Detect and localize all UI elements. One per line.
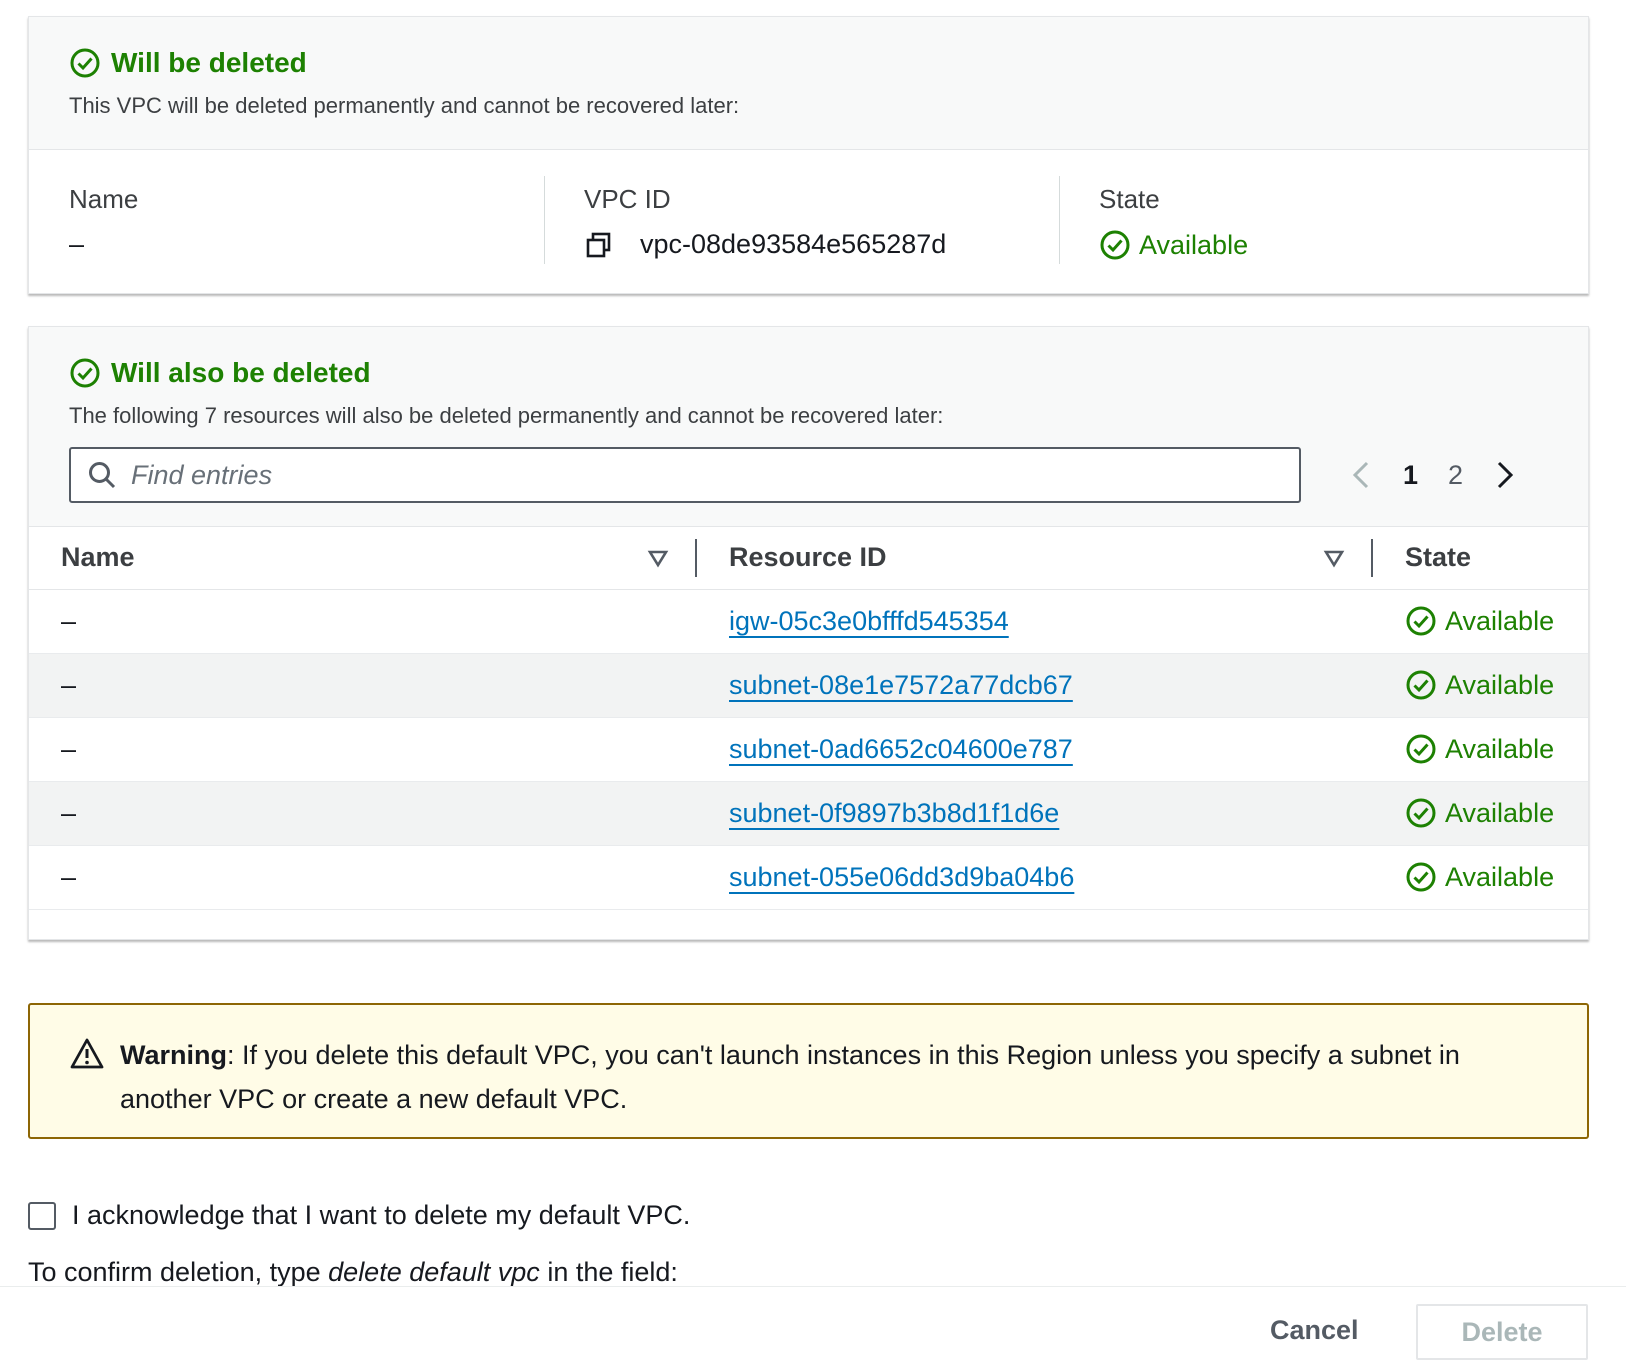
pagination: 1 2 xyxy=(1349,459,1517,491)
vpc-details: Name – VPC ID vpc-08de93584e565287d Stat… xyxy=(29,150,1588,293)
warning-text: Warning: If you delete this default VPC,… xyxy=(120,1033,1547,1137)
resource-id-link[interactable]: subnet-0ad6652c04600e787 xyxy=(729,734,1073,764)
check-circle-icon xyxy=(1406,862,1436,892)
search-box[interactable] xyxy=(69,447,1301,503)
check-circle-icon xyxy=(70,48,100,78)
resource-id-link[interactable]: subnet-055e06dd3d9ba04b6 xyxy=(729,862,1074,892)
confirm-suffix: in the field: xyxy=(539,1257,678,1287)
vpc-state-value: Available xyxy=(1139,229,1249,260)
row-state: Available xyxy=(1373,781,1588,846)
vpc-panel-subtitle: This VPC will be deleted permanently and… xyxy=(69,93,740,118)
check-circle-icon xyxy=(1406,670,1436,700)
vpc-panel-title: Will be deleted xyxy=(69,47,1588,79)
row-name: – xyxy=(29,589,697,654)
row-name: – xyxy=(29,845,697,910)
vpc-name-field: Name – xyxy=(29,150,544,293)
row-state-label: Available xyxy=(1445,797,1555,828)
table-row: – subnet-0ad6652c04600e787 Available xyxy=(29,717,1588,782)
resources-delete-panel: Will also be deleted The following 7 res… xyxy=(28,326,1589,940)
check-circle-icon xyxy=(1100,230,1130,260)
vpc-name-value: – xyxy=(69,229,85,259)
modal-footer: Cancel Delete xyxy=(0,1286,1626,1372)
resources-table: Name Resource ID State – igw-05c3e0bfffd… xyxy=(29,527,1588,910)
acknowledge-row[interactable]: I acknowledge that I want to delete my d… xyxy=(28,1200,690,1231)
row-name: – xyxy=(29,781,697,846)
vpc-state-field: State Available xyxy=(1059,150,1574,293)
sort-down-icon[interactable] xyxy=(647,547,669,569)
table-row: – subnet-0f9897b3b8d1f1d6e Available xyxy=(29,781,1588,846)
column-header-state-label: State xyxy=(1405,542,1472,573)
column-header-state[interactable]: State xyxy=(1373,527,1588,590)
row-state: Available xyxy=(1373,589,1588,654)
row-state: Available xyxy=(1373,845,1588,910)
column-header-name[interactable]: Name xyxy=(29,527,697,590)
column-header-name-label: Name xyxy=(61,542,135,573)
row-resource-id: subnet-08e1e7572a77dcb67 xyxy=(697,653,1373,718)
row-resource-id: subnet-0ad6652c04600e787 xyxy=(697,717,1373,782)
vpc-id-label: VPC ID xyxy=(584,184,671,214)
confirm-instruction: To confirm deletion, type delete default… xyxy=(28,1257,678,1288)
search-icon xyxy=(89,462,116,489)
vpc-panel-title-text: Will be deleted xyxy=(111,47,307,78)
row-resource-id: subnet-0f9897b3b8d1f1d6e xyxy=(697,781,1373,846)
row-name: – xyxy=(29,717,697,782)
filter-row: 1 2 xyxy=(69,447,1588,503)
vpc-name-label: Name xyxy=(69,184,139,214)
sort-down-icon[interactable] xyxy=(1323,547,1345,569)
resources-panel-header: Will also be deleted The following 7 res… xyxy=(29,327,1588,527)
page-1-button[interactable]: 1 xyxy=(1403,460,1418,491)
vpc-id-field: VPC ID vpc-08de93584e565287d xyxy=(544,150,1059,293)
vpc-delete-panel: Will be deleted This VPC will be deleted… xyxy=(28,16,1589,294)
copy-icon[interactable] xyxy=(584,230,614,260)
vpc-state-label: State xyxy=(1099,184,1160,214)
delete-button[interactable]: Delete xyxy=(1416,1304,1588,1360)
chevron-right-icon[interactable] xyxy=(1493,459,1517,491)
confirm-phrase: delete default vpc xyxy=(328,1257,540,1287)
resource-id-link[interactable]: subnet-08e1e7572a77dcb67 xyxy=(729,670,1073,700)
row-state-label: Available xyxy=(1445,605,1555,636)
table-row: – subnet-055e06dd3d9ba04b6 Available xyxy=(29,845,1588,910)
row-state-label: Available xyxy=(1445,861,1555,892)
table-header-row: Name Resource ID State xyxy=(29,527,1588,590)
check-circle-icon xyxy=(1406,798,1436,828)
confirm-prefix: To confirm deletion, type xyxy=(28,1257,329,1287)
row-resource-id: subnet-055e06dd3d9ba04b6 xyxy=(697,845,1373,910)
resource-id-link[interactable]: subnet-0f9897b3b8d1f1d6e xyxy=(729,798,1059,828)
vpc-state-value-row: Available xyxy=(1099,229,1574,261)
table-row: – igw-05c3e0bfffd545354 Available xyxy=(29,589,1588,654)
check-circle-icon xyxy=(1406,734,1436,764)
row-state: Available xyxy=(1373,653,1588,718)
row-name: – xyxy=(29,653,697,718)
page-2-button[interactable]: 2 xyxy=(1448,460,1463,491)
resources-panel-title-text: Will also be deleted xyxy=(111,357,371,388)
table-row: – subnet-08e1e7572a77dcb67 Available xyxy=(29,653,1588,718)
search-input[interactable] xyxy=(131,459,1281,491)
resources-panel-subtitle: The following 7 resources will also be d… xyxy=(69,403,944,428)
vpc-id-value: vpc-08de93584e565287d xyxy=(640,229,947,259)
acknowledge-label: I acknowledge that I want to delete my d… xyxy=(72,1200,691,1230)
column-header-resource-id-label: Resource ID xyxy=(729,542,887,573)
row-state: Available xyxy=(1373,717,1588,782)
acknowledge-checkbox[interactable] xyxy=(28,1201,56,1230)
row-state-label: Available xyxy=(1445,733,1555,764)
check-circle-icon xyxy=(70,358,100,388)
vpc-panel-header: Will be deleted This VPC will be deleted… xyxy=(29,17,1588,150)
warning-label: Warning xyxy=(120,1040,227,1070)
resources-panel-title: Will also be deleted xyxy=(69,357,1588,389)
vpc-id-value-row: vpc-08de93584e565287d xyxy=(584,229,1059,260)
row-state-label: Available xyxy=(1445,669,1555,700)
column-header-resource-id[interactable]: Resource ID xyxy=(697,527,1373,590)
resource-id-link[interactable]: igw-05c3e0bfffd545354 xyxy=(729,606,1009,636)
chevron-left-icon[interactable] xyxy=(1349,459,1373,491)
warning-alert: Warning: If you delete this default VPC,… xyxy=(28,1003,1589,1139)
warning-icon xyxy=(70,1038,104,1069)
warning-message: : If you delete this default VPC, you ca… xyxy=(120,1040,1460,1114)
row-resource-id: igw-05c3e0bfffd545354 xyxy=(697,589,1373,654)
check-circle-icon xyxy=(1406,606,1436,636)
cancel-button[interactable]: Cancel xyxy=(1250,1304,1379,1356)
